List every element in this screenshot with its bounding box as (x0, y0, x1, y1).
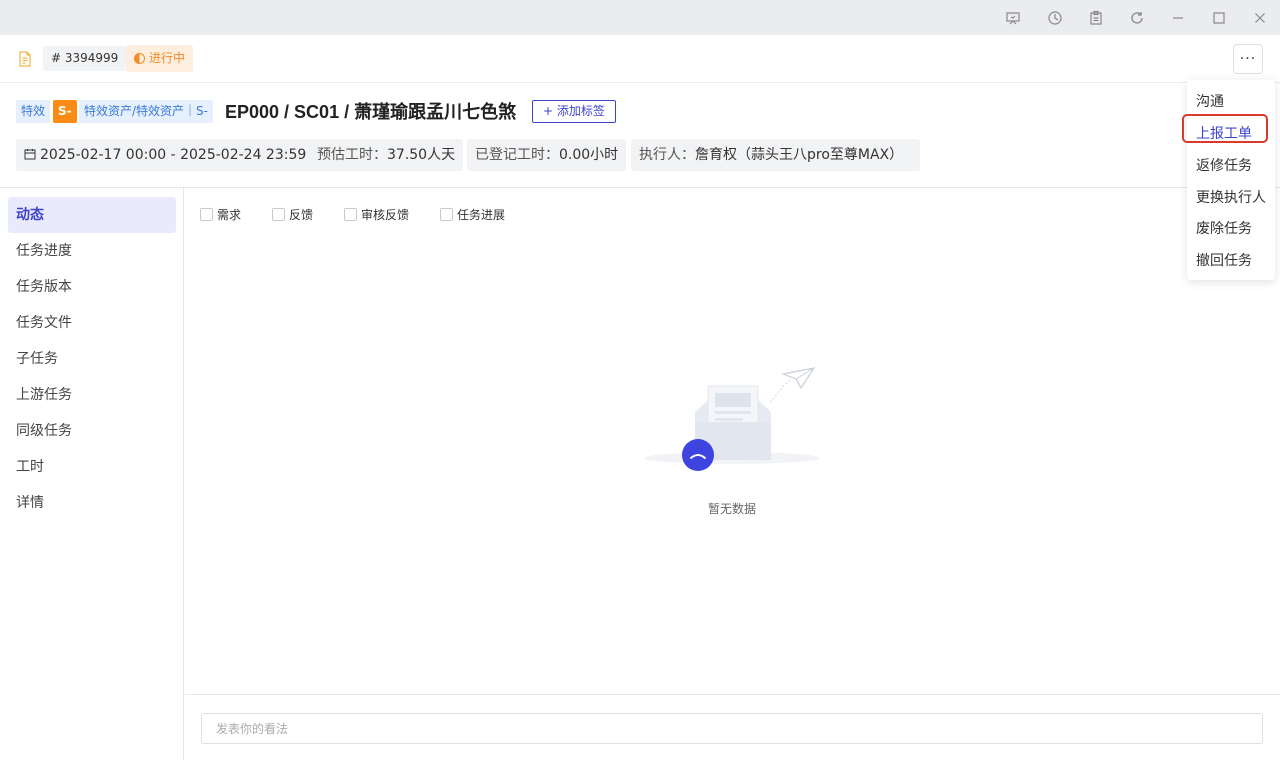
menu-item-communicate[interactable]: 沟通 (1196, 91, 1224, 111)
filter-label: 审核反馈 (361, 208, 410, 222)
sidebar-item-siblings[interactable]: 同级任务 (8, 413, 176, 449)
sidebar-item-files[interactable]: 任务文件 (8, 305, 176, 341)
estimate-chip: 预估工时：37.50人天 (309, 139, 464, 171)
sidebar-item-subtasks[interactable]: 子任务 (8, 341, 176, 377)
logged-label: 已登记工时： (475, 147, 559, 163)
filter-label: 反馈 (289, 208, 314, 222)
checkbox[interactable] (440, 208, 453, 221)
checkbox[interactable] (344, 208, 357, 221)
filter-review-feedback[interactable]: 审核反馈 (344, 206, 409, 223)
logged-hours-chip: 已登记工时：0.00小时 (467, 139, 627, 171)
logged-value: 0.00小时 (559, 147, 619, 163)
clipboard-icon[interactable] (1087, 9, 1105, 27)
category-tag: 特效 (16, 100, 51, 123)
asset-path-tag: 特效资产/特效资产｜S- (79, 100, 213, 123)
checkbox[interactable] (200, 208, 213, 221)
header-divider (0, 187, 1280, 188)
filter-feedback[interactable]: 反馈 (272, 206, 313, 223)
maximize-icon[interactable] (1210, 9, 1228, 27)
assignee-value: 詹育权（蒜头王八pro至尊MAX） (695, 147, 904, 163)
sidebar-item-details[interactable]: 详情 (8, 485, 176, 521)
filter-label: 需求 (217, 208, 242, 222)
sidebar: 动态 任务进度 任务版本 任务文件 子任务 上游任务 同级任务 工时 详情 (0, 188, 184, 760)
level-tag: S- (53, 100, 77, 123)
menu-item-withdraw-task[interactable]: 撤回任务 (1196, 250, 1252, 270)
calendar-icon (24, 148, 36, 159)
history-icon[interactable] (1046, 9, 1064, 27)
estimate-label: 预估工时： (317, 147, 387, 163)
assignee-chip: 执行人：詹育权（蒜头王八pro至尊MAX） (631, 139, 920, 171)
page-title: EP000 / SC01 / 萧瑾瑜跟孟川七色煞 (225, 102, 517, 122)
half-circle-icon (134, 53, 145, 64)
filter-label: 任务进展 (457, 208, 506, 222)
document-icon (16, 50, 34, 68)
filter-task-progress[interactable]: 任务进展 (440, 206, 505, 223)
close-icon[interactable] (1251, 9, 1269, 27)
sidebar-item-versions[interactable]: 任务版本 (8, 269, 176, 305)
assignee-label: 执行人： (639, 147, 695, 163)
minimize-icon[interactable] (1169, 9, 1187, 27)
status-label: 进行中 (149, 51, 186, 65)
status-badge: 进行中 (126, 45, 194, 72)
comment-input[interactable] (201, 713, 1263, 744)
checkbox[interactable] (272, 208, 285, 221)
empty-state-text: 暂无数据 (707, 502, 756, 516)
task-id-tag: # 3394999 (43, 46, 127, 71)
window-titlebar (0, 0, 1280, 35)
add-tag-button[interactable]: + 添加标签 (532, 100, 616, 123)
filter-requirement[interactable]: 需求 (200, 206, 241, 223)
more-actions-dropdown: 沟通 上报工单 返修任务 更换执行人 废除任务 撤回任务 (1187, 80, 1275, 280)
sidebar-item-activity[interactable]: 动态 (8, 197, 176, 233)
sidebar-item-progress[interactable]: 任务进度 (8, 233, 176, 269)
refresh-icon[interactable] (1128, 9, 1146, 27)
date-range-chip: 2025-02-17 00:00 - 2025-02-24 23:59 (16, 139, 315, 171)
sidebar-item-hours[interactable]: 工时 (8, 449, 176, 485)
menu-item-change-assignee[interactable]: 更换执行人 (1196, 187, 1266, 207)
menu-item-rework-task[interactable]: 返修任务 (1196, 155, 1252, 175)
presentation-icon[interactable] (1004, 9, 1022, 27)
sidebar-item-upstream[interactable]: 上游任务 (8, 377, 176, 413)
more-actions-button[interactable]: ··· (1233, 44, 1263, 74)
menu-item-abolish-task[interactable]: 废除任务 (1196, 218, 1252, 238)
date-range-text: 2025-02-17 00:00 - 2025-02-24 23:59 (40, 147, 307, 163)
menu-item-report-ticket[interactable]: 上报工单 (1196, 123, 1252, 143)
empty-inbox-illustration (644, 367, 820, 471)
estimate-value: 37.50人天 (387, 147, 456, 163)
